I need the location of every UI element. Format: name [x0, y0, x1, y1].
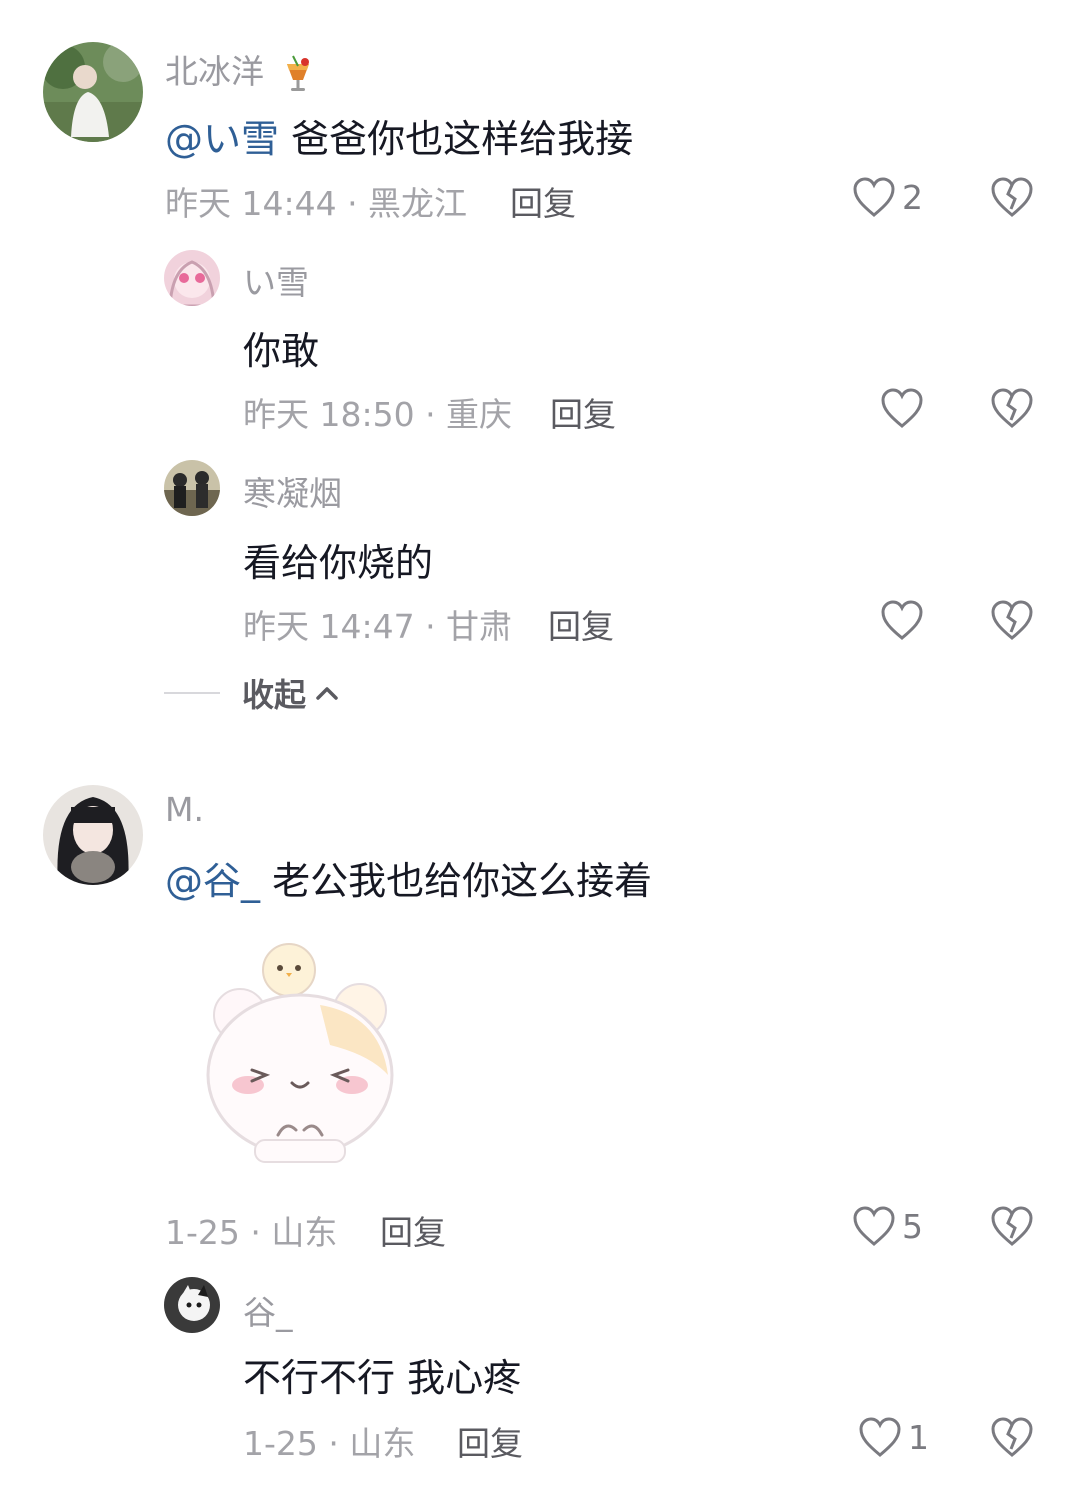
username[interactable]: 谷_: [243, 1286, 293, 1334]
broken-heart-icon: [990, 1205, 1034, 1247]
cocktail-icon: [281, 54, 315, 94]
reply-button[interactable]: 回复: [550, 388, 616, 436]
like-button[interactable]: 5: [852, 1205, 923, 1247]
like-button[interactable]: 1: [858, 1416, 929, 1458]
broken-heart-icon: [990, 176, 1034, 218]
comment-meta: 昨天 14:44 · 黑龙江: [165, 184, 468, 223]
mention-link[interactable]: @谷_: [165, 859, 260, 903]
heart-icon: [880, 599, 924, 641]
avatar[interactable]: [164, 250, 220, 306]
username[interactable]: い雪: [243, 256, 309, 304]
username[interactable]: 寒凝烟: [243, 467, 342, 515]
avatar[interactable]: [164, 1277, 220, 1333]
dislike-button[interactable]: [990, 1205, 1034, 1247]
heart-icon: [858, 1416, 902, 1458]
reply-button[interactable]: 回复: [380, 1206, 446, 1254]
collapse-label: 收起: [242, 676, 307, 714]
reply-button[interactable]: 回复: [510, 177, 576, 225]
broken-heart-icon: [990, 387, 1034, 429]
like-button[interactable]: [880, 599, 924, 641]
comment-text: 看给你烧的: [243, 541, 434, 585]
avatar[interactable]: [164, 460, 220, 516]
like-button[interactable]: 2: [852, 176, 923, 218]
username[interactable]: M.: [165, 790, 204, 829]
comment-meta: 1-25 · 山东: [243, 1424, 416, 1463]
comment-text: 你敢: [243, 329, 320, 373]
dislike-button[interactable]: [990, 176, 1034, 218]
comment-text: @谷_ 老公我也给你这么接着: [165, 859, 653, 903]
collapse-replies-button[interactable]: 收起: [164, 670, 340, 716]
comment-text: @い雪 爸爸你也这样给我接: [165, 117, 634, 161]
divider: [164, 692, 220, 694]
like-count: 1: [908, 1417, 929, 1457]
heart-icon: [880, 387, 924, 429]
sticker-image[interactable]: [200, 935, 400, 1165]
like-button[interactable]: [880, 387, 924, 429]
comment-meta: 1-25 · 山东: [165, 1213, 338, 1252]
broken-heart-icon: [990, 599, 1034, 641]
reply-button[interactable]: 回复: [457, 1417, 523, 1465]
like-count: 2: [902, 177, 923, 217]
broken-heart-icon: [990, 1416, 1034, 1458]
mention-link[interactable]: @い雪: [165, 117, 279, 161]
username[interactable]: 北冰洋: [165, 45, 315, 94]
like-count: 5: [902, 1206, 923, 1246]
comment-meta: 昨天 18:50 · 重庆: [243, 395, 513, 434]
chevron-up-icon: [314, 683, 340, 703]
heart-icon: [852, 1205, 896, 1247]
reply-button[interactable]: 回复: [548, 600, 614, 648]
comment-text: 不行不行 我心疼: [243, 1356, 522, 1400]
dislike-button[interactable]: [990, 599, 1034, 641]
avatar[interactable]: [43, 785, 143, 885]
dislike-button[interactable]: [990, 387, 1034, 429]
dislike-button[interactable]: [990, 1416, 1034, 1458]
avatar[interactable]: [43, 42, 143, 142]
comment-meta: 昨天 14:47 · 甘肃: [243, 607, 513, 646]
heart-icon: [852, 176, 896, 218]
